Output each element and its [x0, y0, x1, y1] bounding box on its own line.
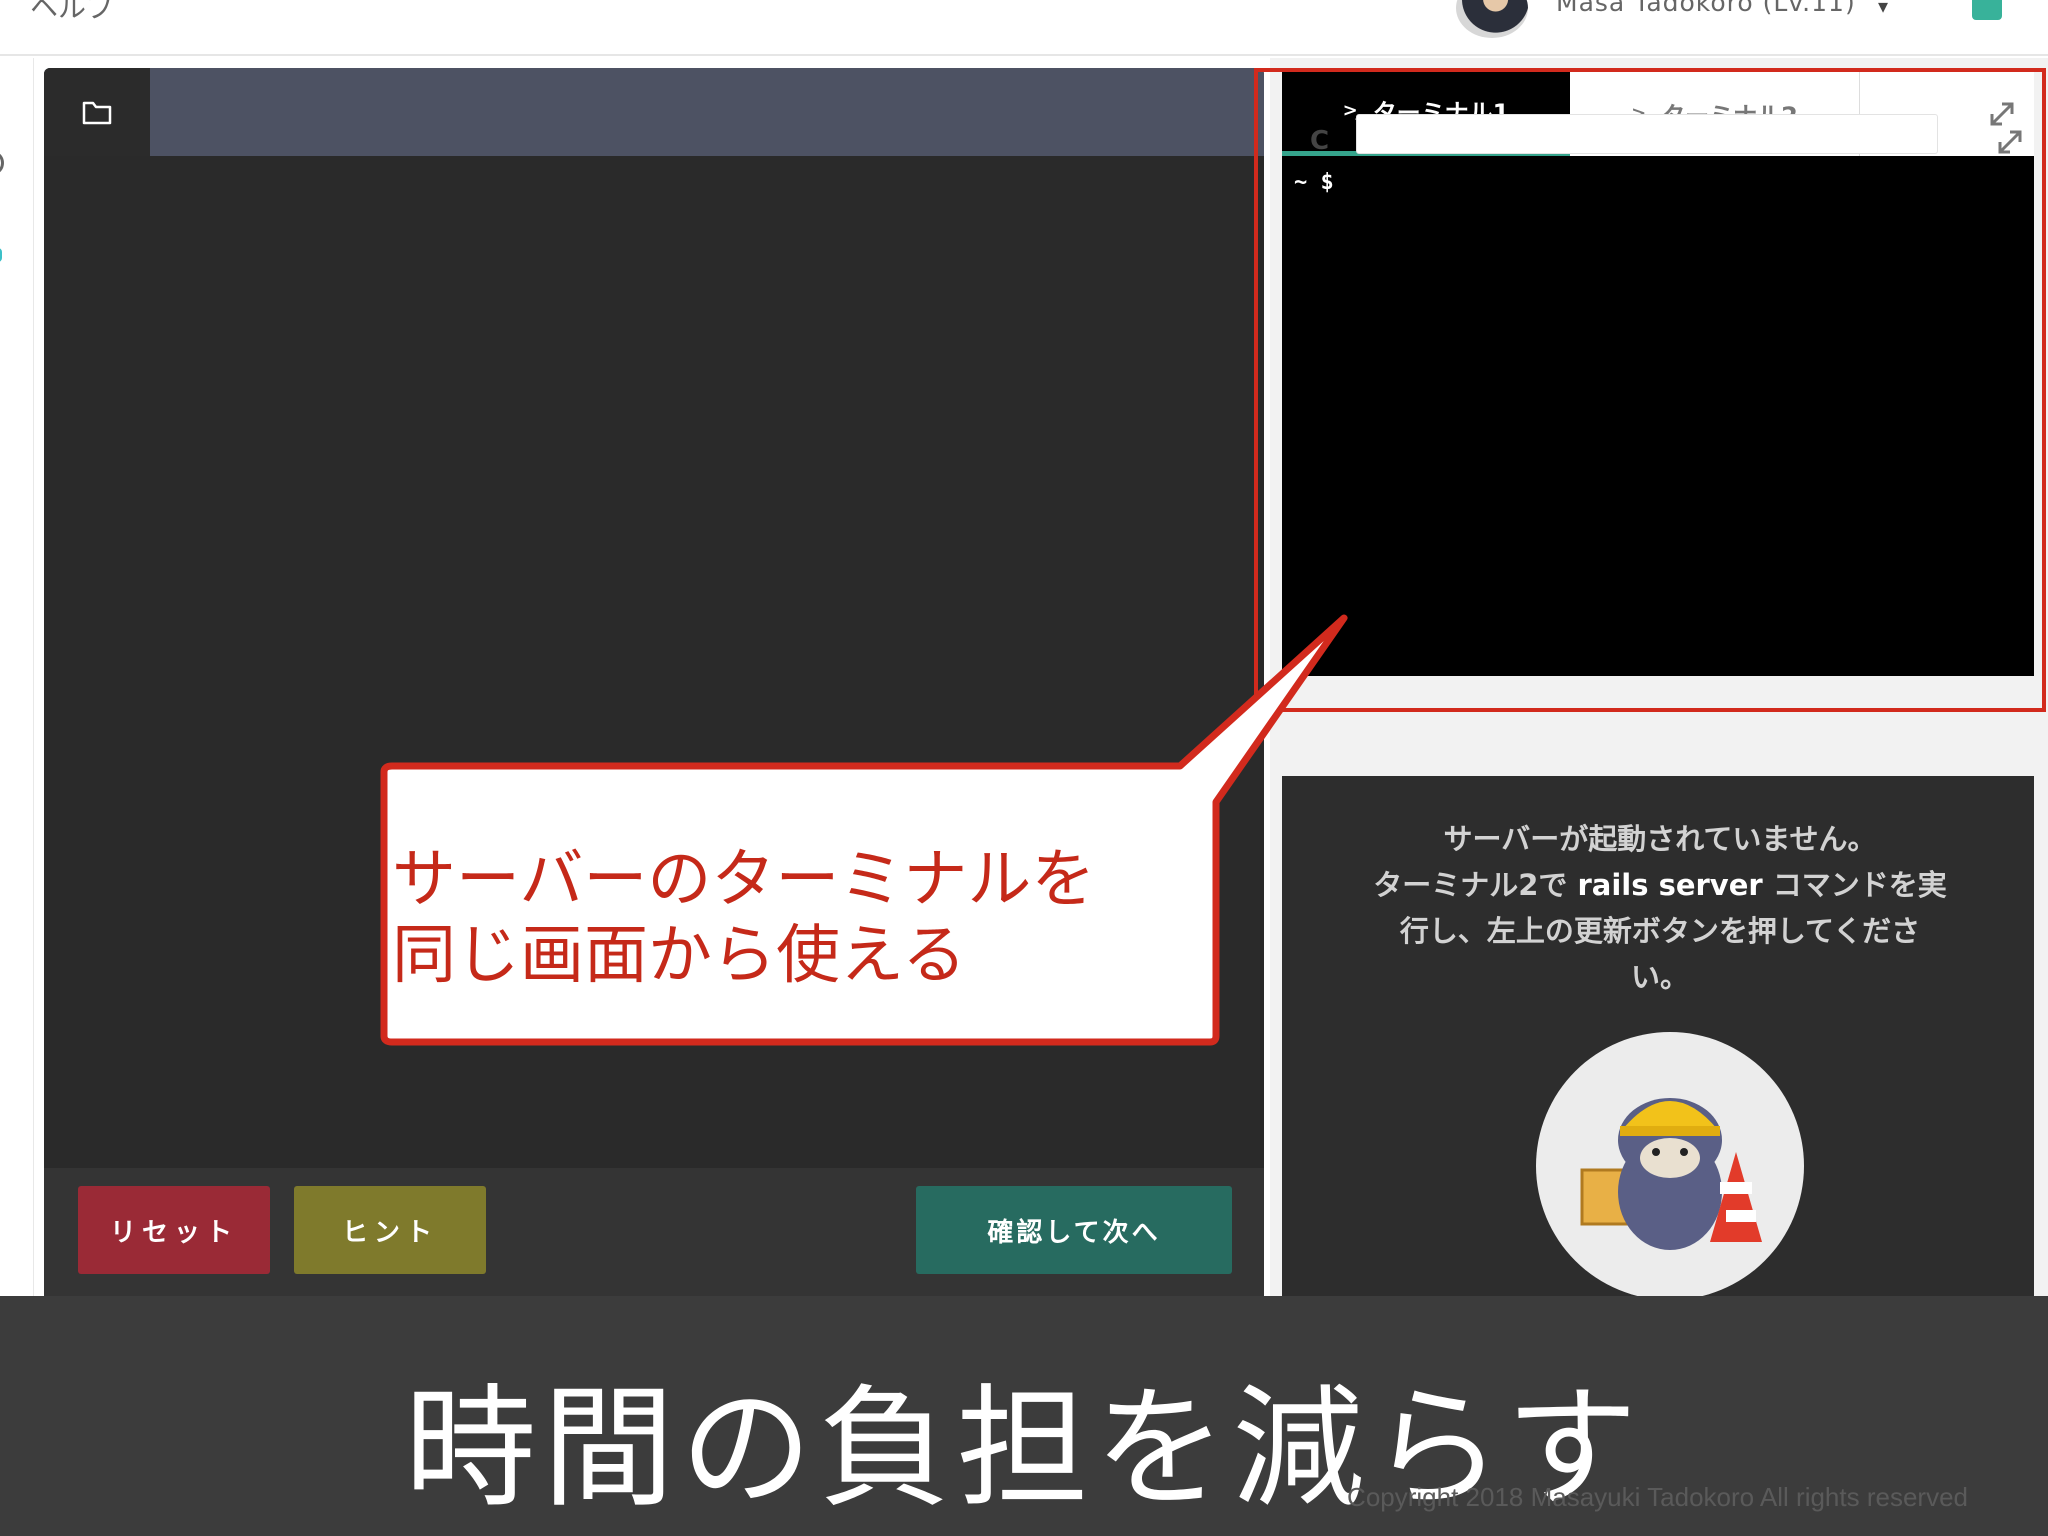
chevron-down-icon[interactable]: ▾: [1878, 0, 1888, 18]
preview-panel: サーバーが起動されていません。 ターミナル2で rails server コマン…: [1282, 776, 2034, 1300]
callout-text: サーバーのターミナルを 同じ画面から使える: [392, 842, 1202, 994]
callout-line: サーバーのターミナルを: [392, 843, 1096, 917]
code-editor-panel: リセット ヒント 確認して次へ: [44, 68, 1264, 1298]
bell-icon[interactable]: [1972, 0, 2002, 20]
server-status-message: サーバーが起動されていません。 ターミナル2で rails server コマン…: [1362, 816, 1958, 1000]
sidebar-indicator-icon: [0, 248, 2, 262]
file-tree-toggle[interactable]: [44, 68, 150, 156]
message-line: 行し、左上の更新ボタンを押してくださ: [1399, 914, 1921, 948]
check-and-next-button[interactable]: 確認して次へ: [916, 1186, 1232, 1274]
hint-button[interactable]: ヒント: [294, 1186, 486, 1274]
message-text: ターミナル2で: [1373, 868, 1578, 902]
message-line: サーバーが起動されていません。: [1443, 822, 1877, 856]
command-text: rails server: [1577, 868, 1763, 902]
slide-banner: 時間の負担を減らす Copyright 2018 Masayuki Tadoko…: [0, 1296, 2048, 1536]
user-avatar[interactable]: [1456, 0, 1528, 38]
highlight-frame: [1254, 68, 2046, 712]
left-sidebar: [0, 58, 34, 1298]
user-name[interactable]: Masa Tadokoro (Lv.11): [1556, 0, 1856, 17]
message-line: い。: [1630, 960, 1689, 994]
copyright-text: Copyright 2018 Masayuki Tadokoro All rig…: [1347, 1482, 1968, 1512]
message-text: コマンドを実: [1762, 868, 1947, 902]
top-header: ヘルプ Masa Tadokoro (Lv.11) ▾: [0, 0, 2048, 56]
folder-icon: [82, 101, 112, 125]
editor-footer: リセット ヒント 確認して次へ: [44, 1168, 1264, 1298]
mascot-image: [1536, 1032, 1804, 1300]
reset-button[interactable]: リセット: [78, 1186, 270, 1274]
editor-content[interactable]: [44, 156, 1264, 1236]
mascot-illustration: [1580, 1098, 1762, 1250]
editor-tab-bar: [44, 68, 1264, 156]
callout-line: 同じ画面から使える: [392, 919, 967, 993]
help-link[interactable]: ヘルプ: [30, 0, 114, 26]
message-line: ターミナル2で rails server コマンドを実: [1362, 862, 1958, 908]
sidebar-icon[interactable]: [0, 152, 4, 174]
